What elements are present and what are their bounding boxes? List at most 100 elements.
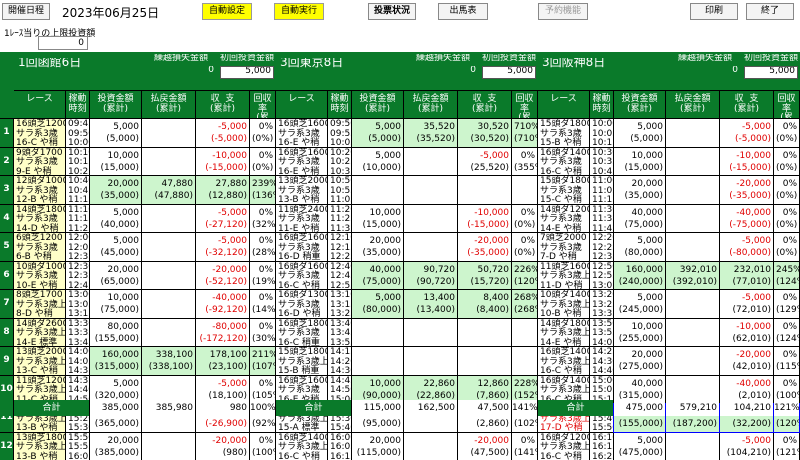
cell-race[interactable]: 16頭芝1400サラ系3歳上16-C や稍: [276, 433, 327, 460]
schedule-button[interactable]: 開催日程: [2, 3, 50, 20]
auto-run-button[interactable]: 自動実行: [274, 3, 324, 20]
cell-time: 12:4012:4512:55: [328, 262, 351, 290]
cell-time: 13:3013:3513:45: [66, 319, 89, 347]
cell-line: 0%: [514, 235, 535, 247]
cell-line: (23,100): [198, 361, 247, 373]
cell-line: 6-B や稍: [16, 253, 63, 261]
cell-pay: 392,010(392,010): [666, 262, 719, 290]
cell-race[interactable]: 13頭芝1800サラ系3歳上13-B や稍: [14, 433, 65, 460]
cell-inv: 10,000(75,000): [90, 290, 141, 318]
cell-inv: 80,000(155,000): [90, 319, 141, 347]
cell-line: (-92,120): [198, 304, 247, 316]
cell-line: (475,000): [616, 447, 663, 459]
cell-race[interactable]: 15頭ダ1800サラ系3歳15-C や稍: [538, 176, 589, 204]
cell-pay: [666, 347, 719, 375]
print-button[interactable]: 印刷: [690, 3, 738, 20]
cell-line: (0%): [252, 133, 273, 145]
cell-line: 160,000: [616, 264, 663, 276]
cell-bal: -40,000(-92,120): [196, 290, 249, 318]
cell-time: 10:0010:0510:15: [590, 119, 613, 147]
cell-line: (15,720): [460, 276, 509, 288]
cell-race[interactable]: 16頭ダ1300サラ系3歳16-D や稍: [276, 290, 327, 318]
cell-pay: [666, 319, 719, 347]
loss-value: 0: [698, 66, 738, 76]
cell-line: 710%: [514, 121, 535, 133]
cell-race[interactable]: 8頭芝1700サラ系3歳上8-D や稍: [14, 290, 65, 318]
cell-line: 40,000: [616, 378, 663, 390]
cell-inv: 160,000(315,000): [90, 347, 141, 375]
cell-bal: [458, 319, 511, 347]
cell-race[interactable]: 10頭ダ1000サラ系3歳10-E や稍: [14, 262, 65, 290]
cell-line: -5,000: [198, 235, 247, 247]
entries-button[interactable]: 出馬表: [438, 3, 488, 20]
cell-race[interactable]: 16頭芝1600サラ系3歳16-E や稍: [276, 119, 327, 147]
cell-time: 11:0011:0511:15: [590, 176, 613, 204]
race-number: 6: [0, 262, 13, 290]
cell-line: (104,210): [722, 447, 771, 459]
cell-inv: 40,000(75,000): [614, 205, 665, 233]
cell-line: (30%): [252, 333, 273, 345]
cell-line: 8,400: [460, 292, 509, 304]
cap-input[interactable]: 0: [38, 36, 88, 50]
cell-line: 16-C や稍: [16, 139, 63, 147]
cell-race[interactable]: 16頭芝1200サラ系3歳16-C や稍: [14, 119, 65, 147]
cell-race[interactable]: 16頭芝1600サラ系3歳16-D 稍重: [276, 233, 327, 261]
col-header-race: レース: [538, 91, 589, 118]
cell-race[interactable]: 9頭ダ1700サラ系3歳9-E や稍: [14, 148, 65, 176]
cell-race[interactable]: 16頭芝1600サラ系3歳16-E や稍: [276, 148, 327, 176]
cell-race[interactable]: 16頭ダ1200サラ系3歳上16-C や稍: [538, 433, 589, 460]
cell-line: 14-E 標準: [16, 339, 63, 347]
cell-time: 09:5009:5510:05: [328, 119, 351, 147]
cell-pay: [404, 319, 457, 347]
cell-line: 10:25: [68, 168, 87, 176]
cell-pay: 47,880(47,880): [142, 176, 195, 204]
cell-race[interactable]: 14頭芝1800サラ系3歳14-D や稍: [14, 205, 65, 233]
cell-race[interactable]: 14頭ダ1200サラ系3歳14-E や稍: [538, 205, 589, 233]
cell-race[interactable]: 13頭芝2000サラ系3歳13-B や稍: [276, 176, 327, 204]
cell-pay: 22,860(22,860): [404, 376, 457, 404]
cell-time: 15:5015:5516:05: [66, 433, 89, 460]
cell-line: -10,000: [722, 321, 771, 333]
cell-pay: [142, 205, 195, 233]
auto-settings-button[interactable]: 自動設定: [202, 3, 252, 20]
cell-inv: 5,000(10,000): [352, 148, 403, 176]
cell-inv: 5,000(245,000): [614, 290, 665, 318]
init-label: 初回投資金額: [219, 54, 275, 64]
cell-bal: 50,720(15,720): [458, 262, 511, 290]
cell-race[interactable]: 7頭芝2000サラ系3歳7-D や稍: [538, 233, 589, 261]
cell-race[interactable]: 11頭芝1600サラ系3歳上11-D や稍: [538, 262, 589, 290]
cell-race[interactable]: 16頭芝1600サラ系3歳16-E や稍: [276, 376, 327, 404]
cell-race[interactable]: 15頭ダ1800サラ系3歳15-B や稍: [538, 119, 589, 147]
cell-bal: -5,000(-27,120): [196, 205, 249, 233]
cell-inv: 20,000(35,000): [352, 233, 403, 261]
cell-race[interactable]: 16頭芝1800サラ系3歳16-C 稍重: [276, 319, 327, 347]
cell-line: 13:15: [68, 310, 87, 318]
cell-race[interactable]: 14頭ダ2600サラ系3歳上14-E 標準: [14, 319, 65, 347]
vote-status-button[interactable]: 投票状況: [368, 3, 416, 20]
cell-race[interactable]: 16頭ダ1600サラ系3歳16-C や稍: [276, 262, 327, 290]
cell-race[interactable]: 15頭芝1800サラ系3歳上15-B 稍重: [276, 347, 327, 375]
initial-investment-input[interactable]: 5,000: [744, 66, 798, 79]
cell-line: 10:15: [592, 139, 611, 147]
initial-investment-input[interactable]: 5,000: [220, 66, 274, 79]
cell-line: -20,000: [198, 264, 247, 276]
cell-line: 0%: [514, 435, 535, 447]
cell-line: 10,000: [354, 207, 401, 219]
cell-race[interactable]: 12頭ダ1000サラ系3歳12-B や稍: [14, 176, 65, 204]
cell-race[interactable]: 16頭芝1400サラ系3歳上16-C や稍: [538, 347, 589, 375]
cell-race[interactable]: 16頭ダ1400サラ系3歳16-C や稍: [538, 148, 589, 176]
cell-race[interactable]: 13頭芝2000サラ系3歳上13-C や稍: [14, 347, 65, 375]
cell-race[interactable]: 11頭芝1200サラ系3歳上11-C や稍: [14, 376, 65, 404]
cell-race[interactable]: 16頭ダ1400サラ系3歳上16-C や稍: [538, 376, 589, 404]
reservation-button[interactable]: 予約機能: [538, 3, 588, 20]
col-header-time: 稼動 時刻: [66, 91, 89, 118]
cell-race[interactable]: 10頭ダ1400サラ系3歳上10-B や稍: [538, 290, 589, 318]
exit-button[interactable]: 終了: [746, 3, 794, 20]
cell-race[interactable]: 6頭芝1200サラ系3歳6-B や稍: [14, 233, 65, 261]
cell-race[interactable]: 11頭芝2400サラ系3歳11-E や稍: [276, 205, 327, 233]
cell-line: 16-C や稍: [278, 453, 325, 460]
initial-investment-input[interactable]: 5,000: [482, 66, 536, 79]
cell-line: 0%: [776, 435, 797, 447]
cell-rate: 0%(355%): [512, 148, 537, 176]
cell-race[interactable]: 14頭ダ1800サラ系3歳上14-E や稍: [538, 319, 589, 347]
